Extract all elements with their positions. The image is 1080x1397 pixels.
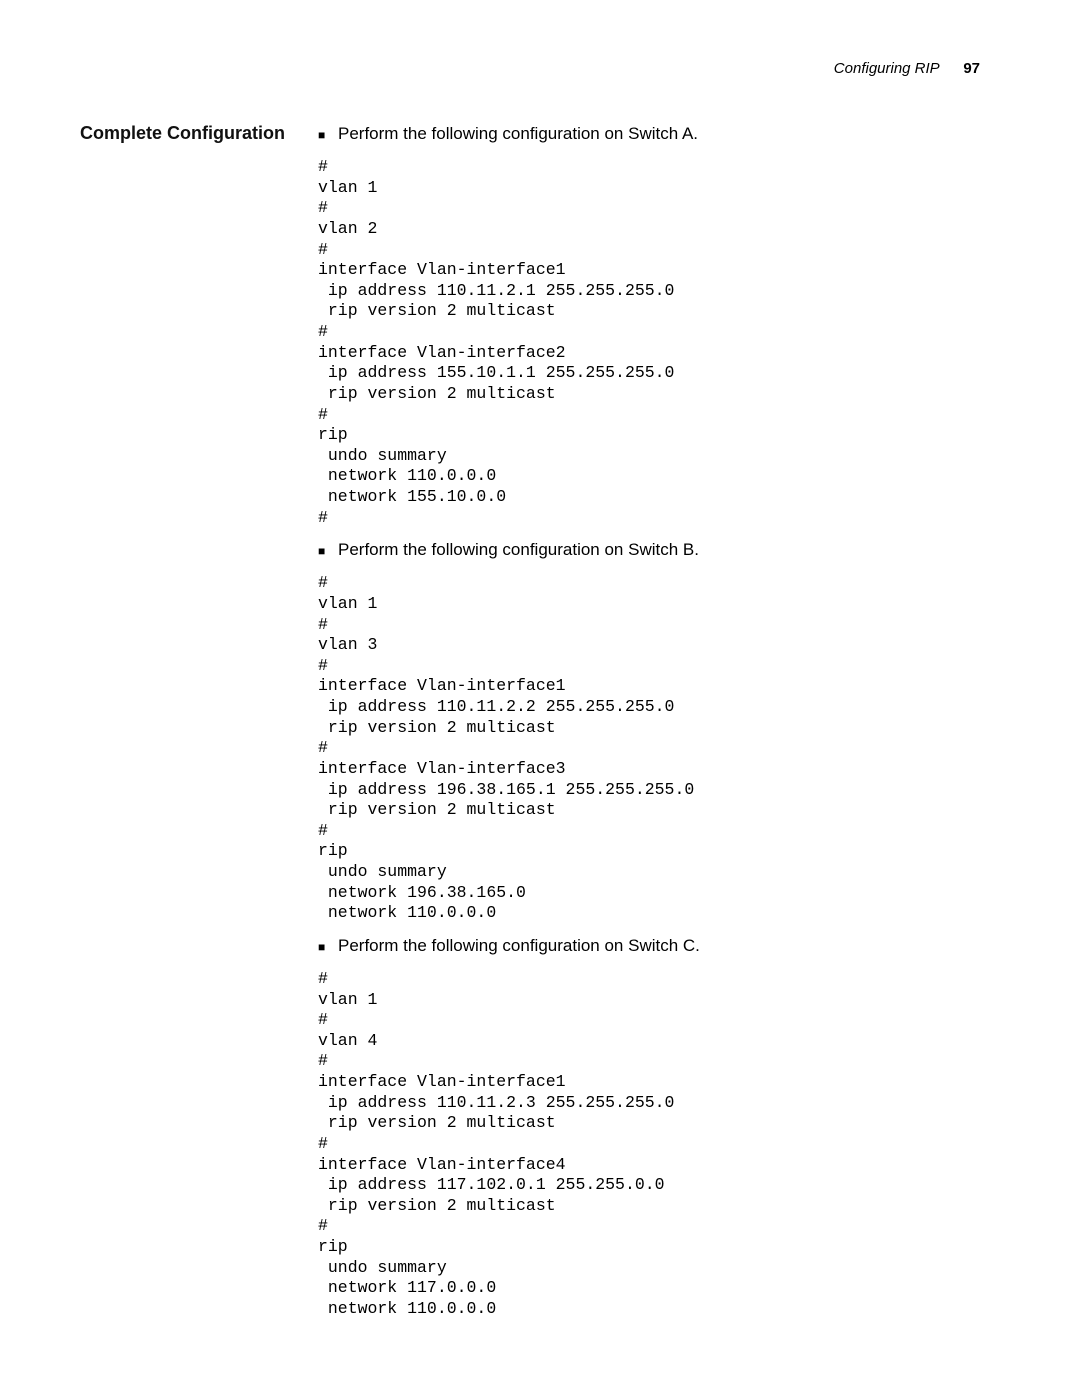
section-a-intro-text: Perform the following configuration on S… bbox=[338, 124, 698, 144]
main-column: ■ Perform the following configuration on… bbox=[318, 122, 980, 1332]
page-number: 97 bbox=[963, 60, 980, 77]
bullet-icon: ■ bbox=[318, 937, 338, 957]
running-title: Configuring RIP bbox=[834, 60, 939, 77]
section-a-intro: ■ Perform the following configuration on… bbox=[318, 124, 980, 145]
bullet-icon: ■ bbox=[318, 125, 338, 145]
bullet-icon: ■ bbox=[318, 541, 338, 561]
running-header: Configuring RIP 97 bbox=[80, 60, 980, 77]
section-b-intro: ■ Perform the following configuration on… bbox=[318, 540, 980, 561]
section-a-code: # vlan 1 # vlan 2 # interface Vlan-inter… bbox=[318, 157, 980, 528]
side-heading: Complete Configuration bbox=[80, 122, 300, 1332]
page: Configuring RIP 97 Complete Configuratio… bbox=[0, 0, 1080, 1392]
section-b-code: # vlan 1 # vlan 3 # interface Vlan-inter… bbox=[318, 573, 980, 924]
section-c-intro-text: Perform the following configuration on S… bbox=[338, 936, 700, 956]
section-b-intro-text: Perform the following configuration on S… bbox=[338, 540, 699, 560]
content-grid: Complete Configuration ■ Perform the fol… bbox=[80, 122, 980, 1332]
section-c-code: # vlan 1 # vlan 4 # interface Vlan-inter… bbox=[318, 969, 980, 1320]
section-c-intro: ■ Perform the following configuration on… bbox=[318, 936, 980, 957]
